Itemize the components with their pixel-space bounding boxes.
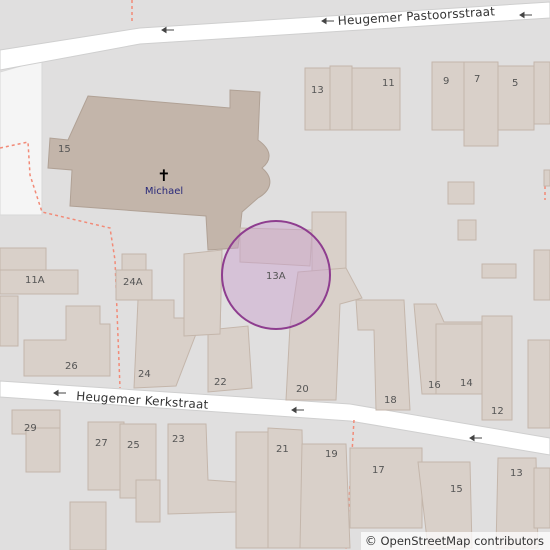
house-number: 24A	[123, 277, 143, 288]
house-number: 26	[65, 361, 78, 372]
church-cross-icon: ✝	[157, 166, 170, 185]
attribution: © OpenStreetMap contributors	[360, 532, 550, 550]
house-number: 11	[382, 78, 395, 89]
attribution-link[interactable]: OpenStreetMap contributors	[380, 534, 544, 548]
marker-label: 13A	[266, 271, 286, 282]
house-number: 27	[95, 438, 108, 449]
house-number: 14	[460, 378, 473, 389]
house-number: 22	[214, 377, 227, 388]
church-name-label: Michael	[145, 186, 183, 197]
house-number: 13	[311, 85, 324, 96]
house-number: 18	[384, 395, 397, 406]
house-number: 7	[474, 74, 480, 85]
house-number: 25	[127, 440, 140, 451]
house-number: 15	[58, 144, 71, 155]
house-number: 29	[24, 423, 37, 434]
house-number: 13	[510, 468, 523, 479]
copyright-icon: ©	[364, 534, 377, 548]
house-number: 16	[428, 380, 441, 391]
house-number: 20	[296, 384, 309, 395]
house-number: 24	[138, 369, 151, 380]
map-layer: Heugemer Pastoorsstraat Heugemer Kerkstr…	[0, 0, 550, 550]
map-canvas[interactable]: Heugemer Pastoorsstraat Heugemer Kerkstr…	[0, 0, 550, 550]
house-number: 15	[450, 484, 463, 495]
house-number: 19	[325, 449, 338, 460]
house-number: 23	[172, 434, 185, 445]
house-number: 11A	[25, 275, 45, 286]
house-number: 9	[443, 76, 449, 87]
house-number: 17	[372, 465, 385, 476]
house-number: 21	[276, 444, 289, 455]
house-number: 12	[491, 406, 504, 417]
house-number: 5	[512, 78, 518, 89]
